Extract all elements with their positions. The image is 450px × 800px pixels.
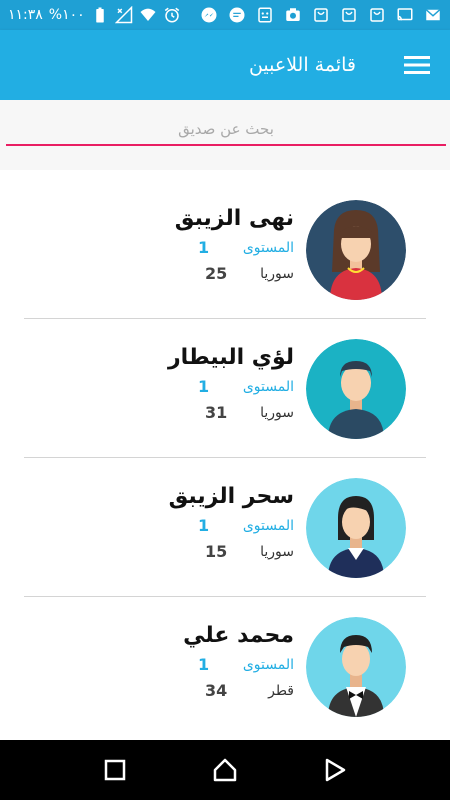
player-country: سوريا (260, 266, 294, 282)
level-label: المستوى (242, 657, 294, 673)
player-row[interactable]: سحر الزيبق المستوى 1 سوريا 15 (0, 458, 450, 597)
hamburger-menu-icon[interactable] (402, 50, 432, 80)
shopping-bag-icon (340, 6, 358, 24)
no-signal-icon (114, 6, 133, 24)
back-triangle-icon[interactable] (315, 750, 355, 790)
robot-icon (256, 6, 274, 24)
woman-business-avatar (306, 478, 406, 578)
player-row[interactable]: نهى الزيبق المستوى 1 سوريا 25 (0, 180, 450, 319)
battery-percent: %١٠٠ (48, 7, 85, 23)
wifi-icon (139, 6, 157, 24)
player-country: سوريا (260, 544, 294, 560)
player-row[interactable]: لؤي البيطار المستوى 1 سوريا 31 (0, 319, 450, 458)
player-age: 34 (205, 681, 228, 700)
search-bar (0, 100, 450, 170)
player-name: محمد علي (183, 623, 294, 648)
page-title: قائمة اللاعبين (248, 54, 356, 76)
level-value: 1 (198, 655, 210, 674)
battery-icon (91, 6, 109, 24)
level-label: المستوى (242, 379, 294, 395)
level-value: 1 (198, 516, 210, 535)
player-country: قطر (268, 683, 294, 699)
navigation-bar (0, 740, 450, 800)
alarm-icon (163, 6, 181, 24)
home-icon[interactable] (205, 750, 245, 790)
player-name: نهى الزيبق (174, 206, 294, 231)
cast-icon (396, 6, 414, 24)
status-bar: ١١:٣٨ %١٠٠ (0, 0, 450, 30)
messenger-icon (200, 6, 218, 24)
player-age: 15 (205, 542, 228, 561)
recents-square-icon[interactable] (95, 750, 135, 790)
player-row[interactable]: محمد علي المستوى 1 قطر 34 (0, 597, 450, 736)
app-bar: قائمة اللاعبين (0, 30, 450, 100)
chat-icon (228, 6, 246, 24)
camera-icon (284, 6, 302, 24)
level-value: 1 (198, 377, 210, 396)
player-name: لؤي البيطار (168, 345, 294, 370)
search-input[interactable] (6, 114, 446, 146)
player-country: سوريا (260, 405, 294, 421)
shopping-bag-icon (312, 6, 330, 24)
level-label: المستوى (242, 240, 294, 256)
player-list: نهى الزيبق المستوى 1 سوريا 25 لؤي البيطا… (0, 180, 450, 736)
shopping-bag-icon (368, 6, 386, 24)
man-avatar (306, 339, 406, 439)
email-icon (424, 6, 442, 24)
player-age: 25 (205, 264, 228, 283)
player-age: 31 (205, 403, 228, 422)
player-name: سحر الزيبق (168, 484, 294, 509)
notification-icons (200, 6, 442, 24)
level-label: المستوى (242, 518, 294, 534)
man-bowtie-avatar (306, 617, 406, 717)
status-left: ١١:٣٨ %١٠٠ (8, 6, 181, 24)
level-value: 1 (198, 238, 210, 257)
status-time: ١١:٣٨ (8, 7, 43, 23)
woman-long-hair-avatar (306, 200, 406, 300)
